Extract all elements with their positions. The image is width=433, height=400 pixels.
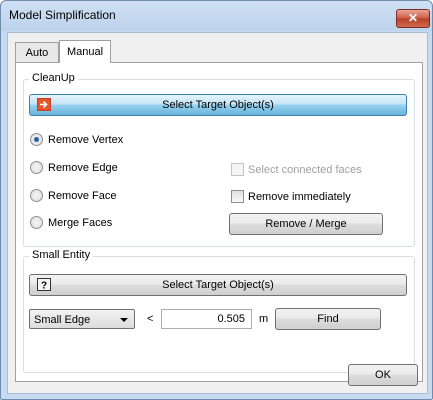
chevron-down-icon [120, 318, 128, 322]
threshold-input[interactable]: 0.505 [161, 309, 252, 329]
threshold-value: 0.505 [217, 313, 245, 325]
checkbox-box [231, 190, 244, 203]
cleanup-group-label: CleanUp [29, 72, 78, 84]
select-target-arrow-icon [37, 98, 51, 111]
radio-remove-edge[interactable]: Remove Edge [30, 161, 118, 174]
tab-manual-label: Manual [66, 46, 104, 58]
remove-merge-label: Remove / Merge [265, 218, 347, 230]
entity-type-select[interactable]: Small Edge [29, 309, 135, 329]
question-mark-icon: ? [37, 278, 51, 291]
small-entity-group-label: Small Entity [29, 249, 94, 261]
radio-remove-vertex[interactable]: Remove Vertex [30, 133, 123, 146]
radio-remove-vertex-label: Remove Vertex [48, 133, 124, 146]
radio-merge-faces-label: Merge Faces [48, 216, 113, 229]
cleanup-select-target-button[interactable]: Select Target Object(s) [29, 94, 407, 116]
remove-immediately-label: Remove immediately [248, 190, 351, 203]
radio-indicator [30, 189, 43, 202]
unit-label: m [259, 313, 269, 325]
close-icon: ✕ [407, 11, 419, 25]
radio-indicator-selected [30, 133, 43, 146]
radio-remove-face[interactable]: Remove Face [30, 189, 116, 202]
cleanup-select-target-label: Select Target Object(s) [162, 99, 274, 111]
svg-text:?: ? [41, 281, 47, 292]
tab-auto-label: Auto [25, 47, 49, 59]
radio-merge-faces[interactable]: Merge Faces [30, 216, 112, 229]
small-entity-select-target-button[interactable]: ? Select Target Object(s) [29, 274, 407, 296]
manual-tab-panel: CleanUp Select Target Object(s) Remove V… [15, 62, 423, 382]
radio-remove-face-label: Remove Face [48, 189, 117, 202]
ok-button[interactable]: OK [348, 364, 418, 386]
find-label: Find [317, 313, 339, 325]
entity-type-value: Small Edge [34, 314, 91, 326]
checkbox-box [231, 163, 244, 176]
ok-label: OK [375, 369, 391, 381]
select-connected-faces-label: Select connected faces [248, 163, 362, 176]
remove-merge-button[interactable]: Remove / Merge [229, 213, 383, 235]
remove-immediately-checkbox[interactable]: Remove immediately [231, 190, 351, 203]
comparator-label: < [147, 313, 154, 325]
window-title: Model Simplification [9, 8, 116, 22]
radio-indicator [30, 161, 43, 174]
dialog-client: Auto Manual CleanUp Select Target Object… [7, 32, 428, 394]
select-connected-faces-checkbox[interactable]: Select connected faces [231, 163, 362, 176]
small-entity-select-target-label: Select Target Object(s) [162, 279, 274, 291]
close-button[interactable]: ✕ [396, 9, 430, 28]
find-button[interactable]: Find [275, 308, 381, 330]
title-bar[interactable]: Model Simplification ✕ [1, 1, 432, 31]
radio-indicator [30, 216, 43, 229]
tab-manual[interactable]: Manual [59, 40, 111, 63]
radio-remove-edge-label: Remove Edge [48, 161, 118, 174]
tab-auto[interactable]: Auto [15, 42, 59, 63]
dialog-window: Model Simplification ✕ Auto Manual Clean… [0, 0, 433, 400]
